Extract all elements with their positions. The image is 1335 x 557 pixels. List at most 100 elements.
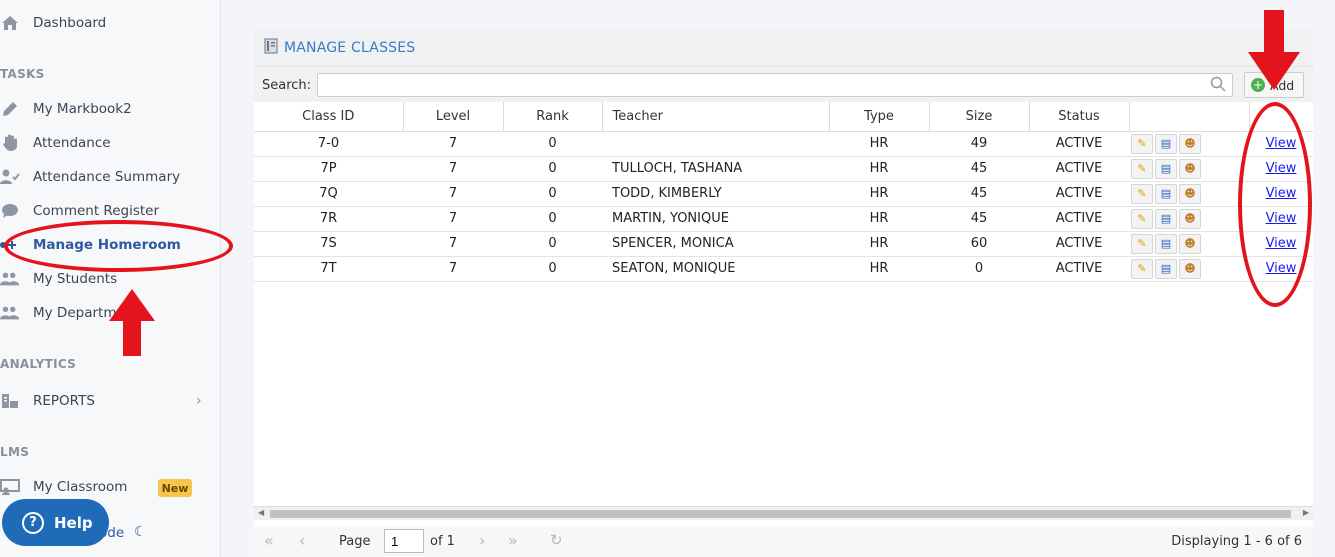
sidebar-item-label: My Students — [33, 271, 118, 287]
sidebar-item-attendance[interactable]: Attendance — [0, 130, 200, 156]
sidebar-item-attendance-summary[interactable]: Attendance Summary — [0, 164, 200, 190]
notes-icon[interactable]: ▤ — [1155, 233, 1177, 254]
edit-pencil-icon[interactable]: ✎ — [1131, 258, 1153, 279]
cell-status: ACTIVE — [1029, 256, 1129, 282]
sidebar-item-my-department[interactable]: My Departm — [0, 300, 200, 326]
search-input[interactable] — [317, 73, 1233, 97]
cell-rank: 0 — [503, 206, 602, 232]
notes-icon[interactable]: ▤ — [1155, 158, 1177, 179]
cell-level: 7 — [403, 256, 503, 282]
cell-level: 7 — [403, 156, 503, 182]
sidebar-item-label: My Departm — [33, 305, 117, 321]
table-row[interactable]: 7P 7 0 TULLOCH, TASHANA HR 45 ACTIVE ✎ ▤ ☻ View — [254, 156, 1313, 182]
cell-rank: 0 — [503, 256, 602, 282]
users-icon — [0, 269, 20, 289]
cell-rank: 0 — [503, 231, 602, 257]
sidebar-item-label: REPORTS — [33, 393, 95, 409]
row-actions: ✎ ▤ ☻ — [1129, 258, 1249, 279]
notes-icon[interactable]: ▤ — [1155, 258, 1177, 279]
sidebar-item-markbook[interactable]: My Markbook2 — [0, 96, 200, 122]
edit-pencil-icon[interactable]: ✎ — [1131, 133, 1153, 154]
table-row[interactable]: 7T 7 0 SEATON, MONIQUE HR 0 ACTIVE ✎ ▤ ☻ View — [254, 256, 1313, 282]
cell-teacher: TODD, KIMBERLY — [602, 181, 829, 207]
chevron-right-icon: › — [196, 393, 202, 409]
sidebar-item-label: Comment Register — [33, 203, 160, 219]
help-button[interactable]: ? Help — [2, 499, 109, 546]
table-row[interactable]: 7S 7 0 SPENCER, MONICA HR 60 ACTIVE ✎ ▤ ☻ View — [254, 231, 1313, 257]
scroll-left-icon[interactable]: ◀ — [258, 508, 264, 517]
new-badge: New — [158, 479, 192, 497]
moon-icon[interactable]: ☾ — [134, 524, 147, 540]
first-page-icon[interactable]: « — [264, 531, 274, 550]
column-header-type[interactable]: Type — [829, 102, 930, 132]
assign-users-icon[interactable]: ☻ — [1179, 233, 1201, 254]
help-label: Help — [54, 513, 93, 532]
cell-actions: ✎ ▤ ☻ — [1129, 256, 1249, 282]
edit-pencil-icon[interactable]: ✎ — [1131, 183, 1153, 204]
cell-level: 7 — [403, 181, 503, 207]
cell-size: 45 — [929, 206, 1029, 232]
cell-status: ACTIVE — [1029, 131, 1129, 157]
annotation-ellipse-view-column — [1238, 102, 1312, 307]
notes-icon[interactable]: ▤ — [1155, 133, 1177, 154]
sidebar-item-reports[interactable]: REPORTS › — [0, 388, 215, 414]
table-row[interactable]: 7Q 7 0 TODD, KIMBERLY HR 45 ACTIVE ✎ ▤ ☻ View — [254, 181, 1313, 207]
users-icon — [0, 303, 20, 323]
edit-pencil-icon[interactable]: ✎ — [1131, 208, 1153, 229]
edit-pencil-icon[interactable]: ✎ — [1131, 233, 1153, 254]
notes-icon[interactable]: ▤ — [1155, 183, 1177, 204]
row-actions: ✎ ▤ ☻ — [1129, 158, 1249, 179]
pencil-icon — [0, 99, 20, 119]
refresh-icon[interactable]: ↻ — [550, 531, 563, 549]
cell-rank: 0 — [503, 181, 602, 207]
cell-type: HR — [829, 181, 929, 207]
assign-users-icon[interactable]: ☻ — [1179, 258, 1201, 279]
column-header-rank[interactable]: Rank — [503, 102, 603, 132]
cell-class-id: 7-0 — [254, 131, 403, 157]
annotation-ellipse-homeroom — [4, 220, 233, 272]
pagination-bar: « ‹ Page of 1 › » ↻ Displaying 1 - 6 of … — [254, 526, 1313, 557]
cell-rank: 0 — [503, 131, 602, 157]
search-label: Search: — [262, 78, 312, 93]
prev-page-icon[interactable]: ‹ — [299, 531, 305, 550]
page-count: of 1 — [430, 534, 455, 549]
cell-size: 45 — [929, 156, 1029, 182]
cell-teacher: SEATON, MONIQUE — [602, 256, 829, 282]
column-header-class-id[interactable]: Class ID — [254, 102, 404, 132]
cell-teacher: TULLOCH, TASHANA — [602, 156, 829, 182]
horizontal-scrollbar[interactable]: ◀ ▶ — [254, 506, 1313, 520]
cell-status: ACTIVE — [1029, 156, 1129, 182]
scroll-right-icon[interactable]: ▶ — [1303, 508, 1309, 517]
column-header-level[interactable]: Level — [403, 102, 504, 132]
cell-class-id: 7Q — [254, 181, 403, 207]
cell-size: 0 — [929, 256, 1029, 282]
edit-pencil-icon[interactable]: ✎ — [1131, 158, 1153, 179]
book-icon — [264, 38, 278, 58]
scrollbar-thumb[interactable] — [270, 510, 1291, 518]
column-header-teacher[interactable]: Teacher — [602, 102, 830, 132]
assign-users-icon[interactable]: ☻ — [1179, 183, 1201, 204]
annotation-arrow-down — [1248, 10, 1300, 90]
sidebar: Dashboard TASKS My Markbook2 Attendance … — [0, 0, 221, 557]
table-row[interactable]: 7R 7 0 MARTIN, YONIQUE HR 45 ACTIVE ✎ ▤ ☻ View — [254, 206, 1313, 232]
cell-class-id: 7P — [254, 156, 403, 182]
cell-type: HR — [829, 206, 929, 232]
user-check-icon — [0, 167, 20, 187]
assign-users-icon[interactable]: ☻ — [1179, 133, 1201, 154]
page-number-input[interactable] — [384, 529, 424, 553]
hand-icon — [0, 133, 20, 153]
cell-type: HR — [829, 131, 929, 157]
last-page-icon[interactable]: » — [508, 531, 518, 550]
column-header-status[interactable]: Status — [1029, 102, 1130, 132]
search-icon[interactable] — [1210, 76, 1226, 96]
notes-icon[interactable]: ▤ — [1155, 208, 1177, 229]
cell-actions: ✎ ▤ ☻ — [1129, 231, 1249, 257]
assign-users-icon[interactable]: ☻ — [1179, 208, 1201, 229]
page-title: MANAGE CLASSES — [284, 40, 416, 56]
assign-users-icon[interactable]: ☻ — [1179, 158, 1201, 179]
table-row[interactable]: 7-0 7 0 HR 49 ACTIVE ✎ ▤ ☻ View — [254, 131, 1313, 157]
column-header-size[interactable]: Size — [929, 102, 1030, 132]
next-page-icon[interactable]: › — [479, 531, 485, 550]
sidebar-item-dashboard[interactable]: Dashboard — [0, 10, 200, 36]
cell-size: 45 — [929, 181, 1029, 207]
